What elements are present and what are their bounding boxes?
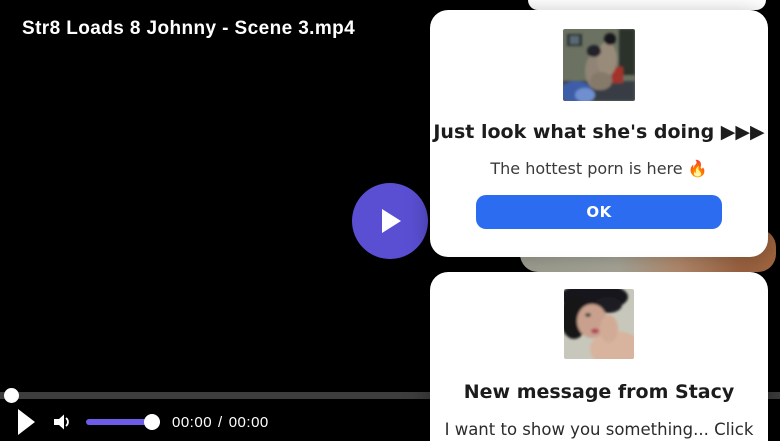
time-separator: / (218, 413, 223, 431)
webcam-couple-thumbnail[interactable] (563, 29, 635, 101)
message-popup[interactable]: New message from Stacy I want to show yo… (430, 272, 768, 441)
stacy-avatar[interactable] (564, 289, 634, 359)
play-icon (382, 209, 401, 233)
volume-thumb[interactable] (144, 414, 160, 430)
video-title: Str8 Loads 8 Johnny - Scene 3.mp4 (22, 18, 356, 39)
message-title: New message from Stacy (463, 381, 735, 403)
message-body: I want to show you something... Click to (444, 420, 754, 441)
big-play-button[interactable] (352, 183, 428, 259)
duration: 00:00 (228, 413, 269, 431)
current-time: 00:00 (172, 413, 213, 431)
ok-button[interactable]: OK (476, 195, 722, 229)
hidden-card-top-edge (528, 0, 766, 10)
offer-headline: Just look what she's doing ▶▶▶ (433, 121, 765, 143)
volume-slider[interactable] (86, 414, 160, 430)
volume-icon[interactable] (52, 412, 72, 432)
seek-thumb[interactable] (4, 388, 19, 403)
offer-subtitle: The hottest porn is here 🔥 (490, 159, 708, 178)
offer-popup: Just look what she's doing ▶▶▶ The hotte… (430, 10, 768, 257)
time-display: 00:00 / 00:00 (172, 414, 269, 431)
play-button[interactable] (18, 409, 35, 435)
